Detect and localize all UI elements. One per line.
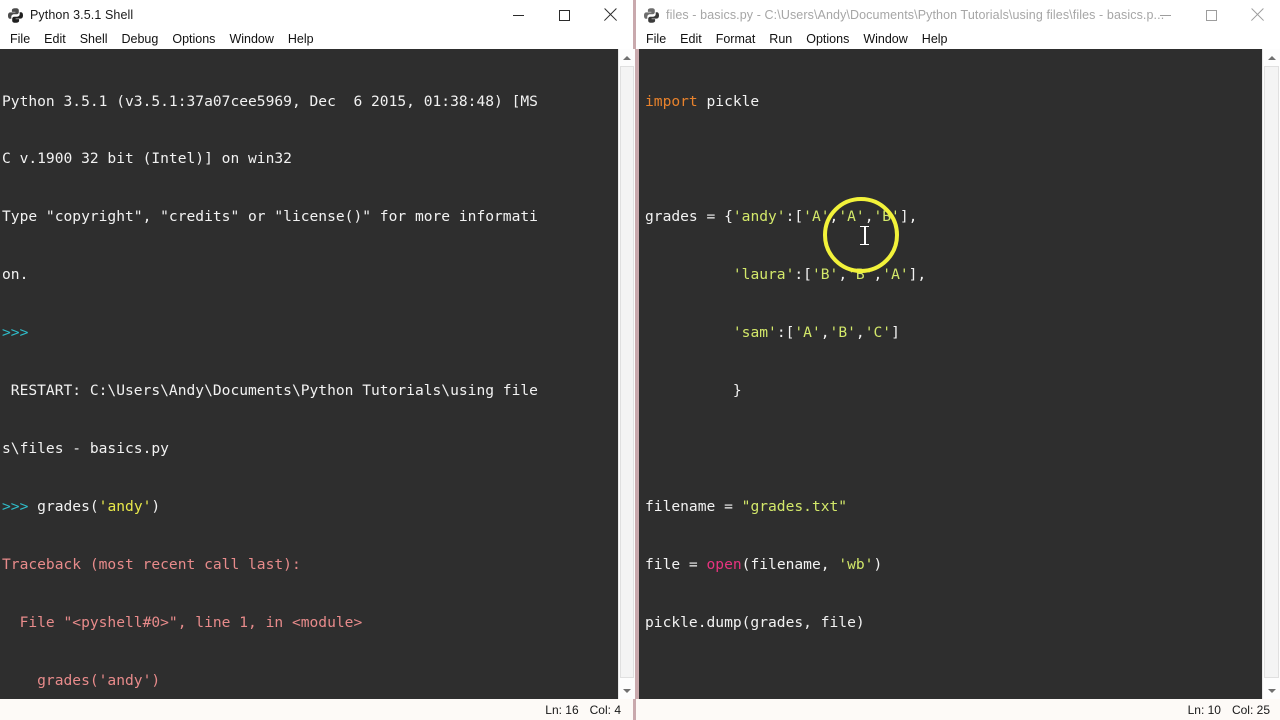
shell-line: s\files - basics.py — [2, 439, 618, 458]
maximize-button[interactable] — [541, 0, 587, 30]
minimize-icon — [1160, 15, 1171, 16]
close-button[interactable] — [587, 0, 633, 30]
shell-line: Traceback (most recent call last): — [2, 555, 618, 574]
status-column-number: Col: 25 — [1232, 703, 1270, 717]
status-line-number: Ln: 10 — [1188, 703, 1221, 717]
scrollbar-thumb[interactable] — [620, 66, 634, 678]
editor-window-buttons — [1142, 0, 1280, 30]
python-logo-icon — [7, 7, 24, 24]
menu-file[interactable]: File — [639, 30, 673, 49]
scroll-down-button[interactable] — [619, 682, 635, 699]
shell-line: >>> — [2, 323, 618, 342]
menu-window[interactable]: Window — [222, 30, 280, 49]
menu-window[interactable]: Window — [856, 30, 914, 49]
menu-run[interactable]: Run — [762, 30, 799, 49]
menu-file[interactable]: File — [3, 30, 37, 49]
code-line: filename = "grades.txt" — [645, 497, 1262, 516]
editor-menubar: File Edit Format Run Options Window Help — [636, 30, 1280, 49]
maximize-icon — [1206, 10, 1217, 21]
editor-titlebar[interactable]: files - basics.py - C:\Users\Andy\Docume… — [636, 0, 1280, 30]
menu-help[interactable]: Help — [915, 30, 955, 49]
shell-line: File "<pyshell#0>", line 1, in <module> — [2, 613, 618, 632]
close-icon — [603, 8, 617, 22]
close-button[interactable] — [1234, 0, 1280, 30]
editor-code-area[interactable]: import pickle grades = {'andy':['A','A',… — [636, 49, 1262, 699]
close-icon — [1250, 8, 1264, 22]
menu-shell[interactable]: Shell — [73, 30, 115, 49]
maximize-icon — [559, 10, 570, 21]
shell-titlebar[interactable]: Python 3.5.1 Shell — [0, 0, 633, 30]
menu-options[interactable]: Options — [165, 30, 222, 49]
shell-line: Python 3.5.1 (v3.5.1:37a07cee5969, Dec 6… — [2, 92, 618, 111]
code-line — [645, 149, 1262, 168]
editor-status-bar: Ln: 10 Col: 25 — [636, 699, 1280, 720]
menu-edit[interactable]: Edit — [37, 30, 73, 49]
status-line-number: Ln: 16 — [545, 703, 578, 717]
menu-options[interactable]: Options — [799, 30, 856, 49]
chevron-down-icon — [1268, 689, 1276, 693]
chevron-up-icon — [623, 56, 631, 60]
scrollbar-thumb[interactable] — [1264, 66, 1279, 678]
shell-line: Type "copyright", "credits" or "license(… — [2, 207, 618, 226]
minimize-button[interactable] — [1142, 0, 1188, 30]
menu-format[interactable]: Format — [709, 30, 763, 49]
menu-debug[interactable]: Debug — [115, 30, 166, 49]
screen-root: Python 3.5.1 Shell File Edit Shell Debug… — [0, 0, 1280, 720]
shell-menubar: File Edit Shell Debug Options Window Hel… — [0, 30, 633, 49]
menu-edit[interactable]: Edit — [673, 30, 709, 49]
menu-help[interactable]: Help — [281, 30, 321, 49]
code-line: import pickle — [645, 92, 1262, 111]
code-line: file = open(filename, 'wb') — [645, 555, 1262, 574]
shell-output-area[interactable]: Python 3.5.1 (v3.5.1:37a07cee5969, Dec 6… — [0, 49, 618, 699]
maximize-button[interactable] — [1188, 0, 1234, 30]
shell-line: RESTART: C:\Users\Andy\Documents\Python … — [2, 381, 618, 400]
code-line: 'sam':['A','B','C'] — [645, 323, 1262, 342]
shell-title-text: Python 3.5.1 Shell — [30, 8, 133, 22]
scroll-down-button[interactable] — [1263, 682, 1280, 699]
shell-line: grades('andy') — [2, 671, 618, 690]
code-line: grades = {'andy':['A','A','B'], — [645, 207, 1262, 226]
minimize-button[interactable] — [495, 0, 541, 30]
python-logo-icon — [643, 7, 660, 24]
scroll-up-button[interactable] — [1263, 49, 1280, 66]
code-line — [645, 439, 1262, 458]
chevron-up-icon — [1268, 56, 1276, 60]
editor-title-text: files - basics.py - C:\Users\Andy\Docume… — [666, 8, 1164, 22]
shell-line: >>> grades('andy') — [2, 497, 618, 516]
shell-window-buttons — [495, 0, 633, 30]
chevron-down-icon — [623, 689, 631, 693]
code-line: 'laura':['B','B','A'], — [645, 265, 1262, 284]
editor-vertical-scrollbar[interactable] — [1262, 49, 1280, 699]
code-line: } — [645, 381, 1262, 400]
code-line: pickle.dump(grades, file) — [645, 613, 1262, 632]
scroll-up-button[interactable] — [619, 49, 635, 66]
shell-status-bar: Ln: 16 Col: 4 — [0, 699, 636, 720]
minimize-icon — [513, 15, 524, 16]
shell-line: on. — [2, 265, 618, 284]
status-column-number: Col: 4 — [590, 703, 621, 717]
shell-line: C v.1900 32 bit (Intel)] on win32 — [2, 149, 618, 168]
shell-vertical-scrollbar[interactable] — [618, 49, 635, 699]
